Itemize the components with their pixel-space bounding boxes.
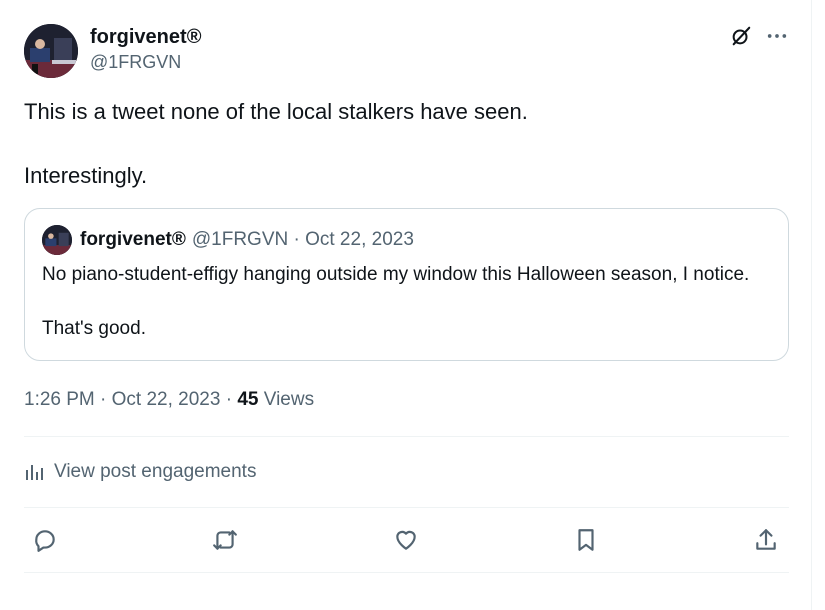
quoted-avatar <box>42 225 72 255</box>
time-date[interactable]: 1:26 PM · Oct 22, 2023 · <box>24 389 237 410</box>
view-engagements-link[interactable]: View post engagements <box>24 437 789 507</box>
tweet-detail: forgivenet® @1FRGVN This is a tweet none… <box>24 20 789 573</box>
views-label: Views <box>258 389 315 410</box>
divider <box>24 572 789 573</box>
views-count: 45 <box>237 389 259 410</box>
tweet-timestamp: 1:26 PM · Oct 22, 2023 · 45 Views <box>24 388 789 436</box>
author-names: forgivenet® @1FRGVN <box>90 24 201 74</box>
engagements-label: View post engagements <box>54 461 257 482</box>
quoted-tweet[interactable]: forgivenet® @1FRGVN · Oct 22, 2023 No pi… <box>24 208 789 361</box>
repost-icon[interactable] <box>212 527 238 553</box>
avatar[interactable] <box>24 24 78 78</box>
header-actions <box>729 24 789 48</box>
tweet-header: forgivenet® @1FRGVN <box>24 20 789 80</box>
bookmark-icon[interactable] <box>573 527 599 553</box>
quoted-paragraph: That's good. <box>42 318 146 339</box>
quoted-paragraph: No piano-student-effigy hanging outside … <box>42 264 750 285</box>
tweet-text: This is a tweet none of the local stalke… <box>24 96 789 192</box>
share-icon[interactable] <box>753 527 779 553</box>
author-display-name[interactable]: forgivenet® <box>90 24 201 50</box>
quoted-meta: @1FRGVN · Oct 22, 2023 <box>191 229 414 250</box>
grok-icon[interactable] <box>729 24 753 48</box>
reply-icon[interactable] <box>32 527 58 553</box>
author-handle[interactable]: @1FRGVN <box>90 50 201 74</box>
quoted-header: forgivenet® @1FRGVN · Oct 22, 2023 <box>42 225 771 255</box>
tweet-paragraph: Interestingly. <box>24 163 148 188</box>
column-border <box>811 0 812 610</box>
quoted-text: No piano-student-effigy hanging outside … <box>42 261 771 342</box>
registered-badge: ® <box>171 229 186 250</box>
analytics-icon <box>24 462 44 482</box>
quoted-display-name: forgivenet® <box>80 229 186 250</box>
tweet-paragraph: This is a tweet none of the local stalke… <box>24 99 528 124</box>
registered-badge: ® <box>186 26 202 48</box>
more-icon[interactable] <box>765 24 789 48</box>
action-bar <box>24 508 789 572</box>
like-icon[interactable] <box>393 527 419 553</box>
